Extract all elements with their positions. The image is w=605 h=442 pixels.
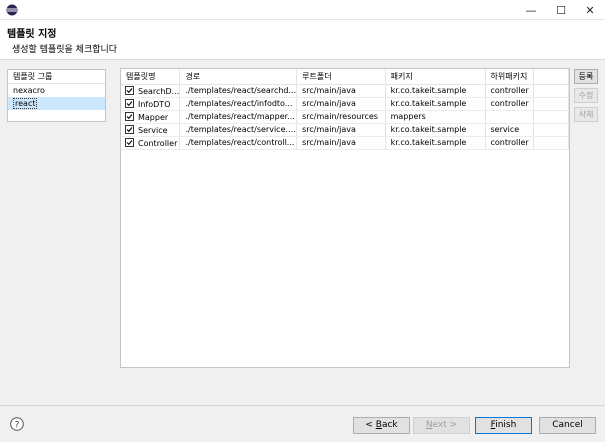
cell-root-folder: src/main/java <box>296 136 386 150</box>
back-prefix: < <box>365 420 376 430</box>
column-header-package[interactable]: 패키지 <box>385 69 486 85</box>
wizard-header: 템플릿 지정 생성할 템플릿을 체크합니다 <box>0 20 605 60</box>
template-name: Mapper <box>138 112 169 122</box>
next-label-rest: ext > <box>432 420 458 430</box>
cell-subpackage: controller <box>485 84 534 98</box>
checkmark-icon <box>126 139 133 145</box>
column-header-subpackage[interactable]: 하위패키지 <box>485 69 534 85</box>
cell-subpackage: controller <box>485 97 534 111</box>
cell-path: ./templates/react/infodto... <box>179 97 298 111</box>
cell-subpackage <box>485 110 534 124</box>
checkmark-icon <box>126 113 133 119</box>
finish-label-rest: inish <box>495 420 517 430</box>
cell-filler <box>533 136 569 150</box>
cancel-button[interactable]: Cancel <box>539 417 596 434</box>
group-item-react[interactable]: react <box>8 97 105 110</box>
edit-button[interactable]: 수정 <box>574 88 598 103</box>
cell-filler <box>533 84 569 98</box>
row-checkbox[interactable] <box>125 111 134 121</box>
cell-root-folder: src/main/java <box>296 84 386 98</box>
next-mnemonic: N <box>425 420 433 430</box>
page-description: 생성할 템플릿을 체크합니다 <box>12 45 118 55</box>
cell-subpackage: service <box>485 123 534 137</box>
table-row[interactable]: Service ./templates/react/service.... sr… <box>121 123 569 137</box>
cell-package: kr.co.takeit.sample <box>385 136 486 150</box>
cell-path: ./templates/react/searchd... <box>179 84 298 98</box>
finish-button[interactable]: Finish <box>475 417 532 434</box>
page-title: 템플릿 지정 <box>7 29 57 40</box>
checkmark-icon <box>126 100 133 106</box>
cell-package: kr.co.takeit.sample <box>385 97 486 111</box>
group-item-label: react <box>13 98 38 109</box>
column-header-template-name[interactable]: 템플릿명 <box>121 69 181 85</box>
back-button[interactable]: < Back <box>353 417 410 434</box>
table-header-row: 템플릿명 경로 루트폴더 패키지 하위패키지 <box>121 69 569 85</box>
help-icon[interactable]: ? <box>10 417 24 431</box>
cell-path: ./templates/react/controll... <box>179 136 298 150</box>
cell-package: kr.co.takeit.sample <box>385 84 486 98</box>
group-item-label: nexacro <box>13 86 45 95</box>
delete-button[interactable]: 삭제 <box>574 107 598 122</box>
cell-path: ./templates/react/mapper... <box>179 110 298 124</box>
checkmark-icon <box>126 126 133 132</box>
template-name: Service <box>138 125 168 135</box>
template-table: 템플릿명 경로 루트폴더 패키지 하위패키지 SearchD... ./temp… <box>120 68 570 368</box>
eclipse-app-icon <box>6 4 18 16</box>
template-name: Controller <box>138 138 178 148</box>
table-row[interactable]: InfoDTO ./templates/react/infodto... src… <box>121 97 569 111</box>
cell-filler <box>533 97 569 111</box>
row-checkbox[interactable] <box>125 85 134 95</box>
svg-text:?: ? <box>15 420 20 430</box>
back-label-rest: ack <box>381 420 398 430</box>
register-button[interactable]: 등록 <box>574 69 598 84</box>
cell-template-name: SearchD... <box>121 84 181 98</box>
cell-template-name: Controller <box>121 136 181 150</box>
close-button[interactable]: ✕ <box>575 0 605 20</box>
cell-root-folder: src/main/resources <box>296 110 386 124</box>
template-table-grid: 템플릿명 경로 루트폴더 패키지 하위패키지 SearchD... ./temp… <box>121 69 569 150</box>
footer-separator <box>0 405 605 406</box>
cell-template-name: Service <box>121 123 181 137</box>
cell-template-name: InfoDTO <box>121 97 181 111</box>
cell-root-folder: src/main/java <box>296 97 386 111</box>
table-row[interactable]: SearchD... ./templates/react/searchd... … <box>121 84 569 98</box>
row-checkbox[interactable] <box>125 137 134 147</box>
template-group-list: 템플릿 그룹 nexacro react <box>7 69 106 122</box>
minimize-button[interactable]: — <box>516 0 546 20</box>
next-button[interactable]: Next > <box>413 417 470 434</box>
row-checkbox[interactable] <box>125 98 134 108</box>
column-header-root-folder[interactable]: 루트폴더 <box>296 69 386 85</box>
template-name: InfoDTO <box>138 99 171 109</box>
table-row[interactable]: Controller ./templates/react/controll...… <box>121 136 569 150</box>
template-group-header: 템플릿 그룹 <box>8 70 105 84</box>
cell-filler <box>533 110 569 124</box>
cell-filler <box>533 123 569 137</box>
cell-package: kr.co.takeit.sample <box>385 123 486 137</box>
table-row[interactable]: Mapper ./templates/react/mapper... src/m… <box>121 110 569 124</box>
maximize-button[interactable]: ☐ <box>546 0 576 20</box>
title-bar: — ☐ ✕ <box>0 0 605 20</box>
cell-package: mappers <box>385 110 486 124</box>
cell-template-name: Mapper <box>121 110 181 124</box>
checkmark-icon <box>126 87 133 93</box>
cell-path: ./templates/react/service.... <box>179 123 298 137</box>
row-checkbox[interactable] <box>125 124 134 134</box>
column-header-filler <box>533 69 569 85</box>
cell-subpackage: controller <box>485 136 534 150</box>
column-header-path[interactable]: 경로 <box>179 69 298 85</box>
cell-root-folder: src/main/java <box>296 123 386 137</box>
group-item-nexacro[interactable]: nexacro <box>8 84 105 97</box>
template-name: SearchD... <box>138 86 180 96</box>
